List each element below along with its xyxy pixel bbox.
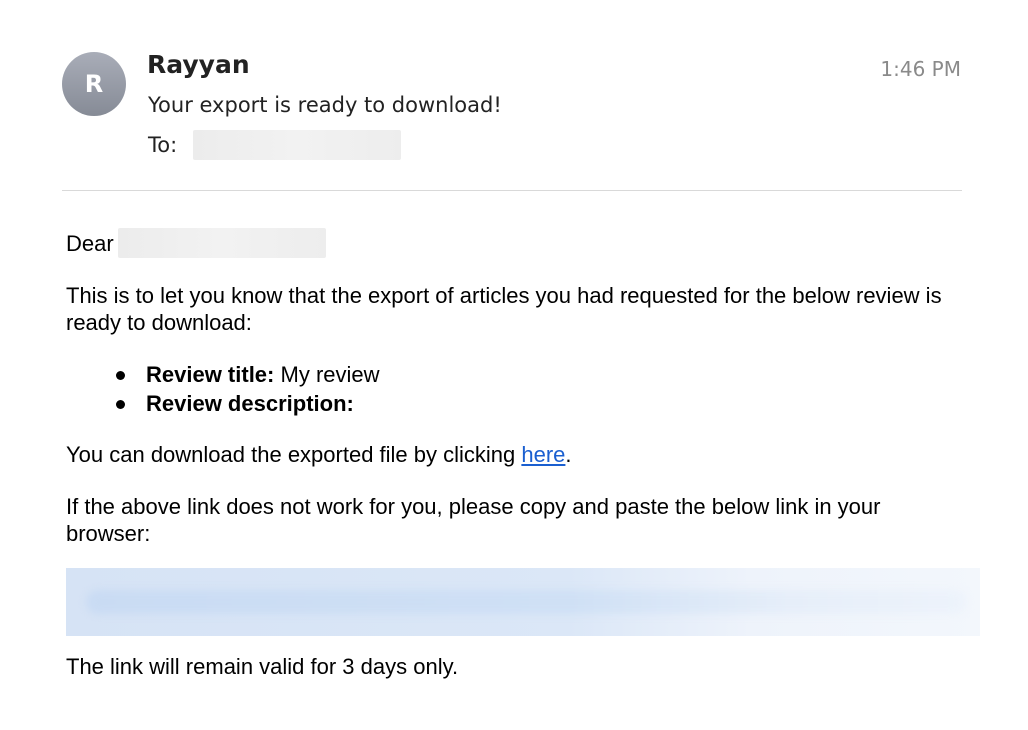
review-title-value: My review — [280, 362, 380, 387]
validity-paragraph: The link will remain valid for 3 days on… — [66, 654, 459, 679]
redacted-download-url[interactable] — [66, 568, 980, 636]
bullet-icon — [116, 400, 125, 409]
greeting-text: Dear — [66, 230, 114, 256]
email-time: 1:46 PM — [880, 57, 961, 81]
avatar-initial: R — [84, 70, 104, 98]
list-item-review-title: Review title: My review — [66, 360, 966, 389]
header-divider — [62, 190, 962, 191]
review-title-label: Review title: — [146, 362, 275, 387]
recipient-row: To: — [148, 130, 402, 160]
intro-paragraph: This is to let you know that the export … — [66, 283, 942, 335]
download-prefix: You can download the exported file by cl… — [66, 442, 522, 467]
greeting-line: Dear — [66, 228, 966, 258]
redacted-name — [117, 228, 326, 258]
email-header: R Rayyan 1:46 PM Your export is ready to… — [0, 0, 1028, 192]
download-suffix: . — [565, 442, 572, 467]
list-item-review-description: Review description: — [66, 389, 966, 418]
sender-avatar: R — [62, 52, 126, 116]
fallback-paragraph: If the above link does not work for you,… — [66, 494, 881, 546]
download-link[interactable]: here — [521, 442, 565, 467]
review-details-list: Review title: My review Review descripti… — [66, 360, 966, 418]
review-description-label: Review description: — [146, 391, 354, 416]
email-subject: Your export is ready to download! — [148, 93, 502, 117]
sender-name: Rayyan — [147, 50, 250, 79]
redacted-url-blur — [86, 590, 966, 614]
redacted-recipient — [193, 130, 402, 160]
download-paragraph: You can download the exported file by cl… — [66, 441, 966, 468]
bullet-icon — [116, 371, 125, 380]
to-label: To: — [148, 133, 178, 157]
